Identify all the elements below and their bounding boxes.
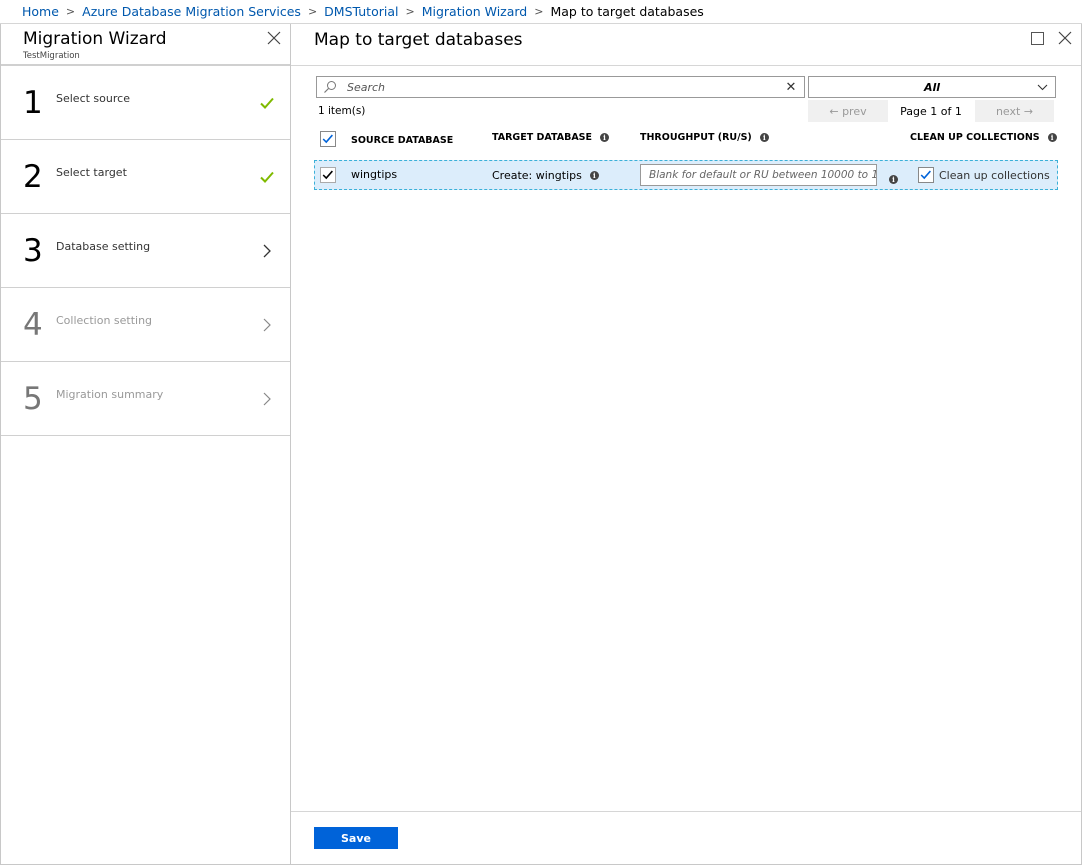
- column-header-cleanup: CLEAN UP COLLECTIONS i: [910, 132, 1057, 143]
- info-icon[interactable]: i: [759, 133, 769, 142]
- throughput-info: i: [889, 171, 898, 185]
- column-header-target: TARGET DATABASE i: [492, 132, 610, 143]
- step-label: Migration summary: [56, 388, 164, 401]
- row-select-checkbox[interactable]: [320, 167, 336, 183]
- panel-title: Map to target databases: [314, 30, 523, 50]
- wizard-subtitle: TestMigration: [23, 51, 80, 61]
- step-label: Select target: [56, 166, 127, 179]
- select-all-checkbox[interactable]: [320, 131, 336, 147]
- column-header-label: TARGET DATABASE: [492, 132, 593, 143]
- search-icon: [324, 81, 336, 93]
- step-label: Database setting: [56, 240, 151, 253]
- column-header-throughput: THROUGHPUT (RU/S) i: [640, 132, 769, 143]
- panel-footer: Save: [291, 811, 1081, 865]
- step-label: Collection setting: [56, 314, 153, 327]
- close-icon[interactable]: [1058, 31, 1072, 45]
- step-number: 5: [23, 381, 43, 417]
- cleanup-collections-checkbox[interactable]: [918, 167, 934, 183]
- wizard-header: Migration Wizard TestMigration: [1, 24, 290, 66]
- step-number: 1: [23, 85, 43, 121]
- table-row[interactable]: wingtips Create: wingtips i i Clean up c…: [314, 160, 1058, 190]
- source-database-name: wingtips: [351, 168, 398, 181]
- map-databases-panel: Map to target databases ✕ All 1 item(s) …: [291, 24, 1082, 865]
- breadcrumb-separator: >: [534, 5, 544, 18]
- info-icon[interactable]: i: [589, 171, 599, 180]
- panel-header: Map to target databases: [291, 24, 1081, 66]
- checkmark-icon: [322, 170, 333, 180]
- chevron-right-icon: [263, 392, 271, 406]
- checkmark-icon: [260, 171, 274, 183]
- wizard-step-database-setting[interactable]: 3 Database setting: [1, 214, 290, 288]
- breadcrumb-migration-wizard[interactable]: Migration Wizard: [422, 4, 528, 19]
- step-number: 4: [23, 307, 43, 343]
- column-header-label: THROUGHPUT (RU/S): [640, 132, 752, 143]
- filter-selected-value: All: [923, 80, 941, 94]
- wizard-panel: Migration Wizard TestMigration 1 Select …: [0, 24, 291, 865]
- checkmark-icon: [920, 170, 931, 180]
- wizard-step-select-source[interactable]: 1 Select source: [1, 66, 290, 140]
- breadcrumb-dmstutorial[interactable]: DMSTutorial: [324, 4, 398, 19]
- item-count: 1 item(s): [318, 105, 366, 117]
- breadcrumb-home[interactable]: Home: [22, 4, 59, 19]
- column-header-label: SOURCE DATABASE: [351, 135, 454, 146]
- search-box: ✕: [316, 76, 805, 98]
- wizard-step-migration-summary[interactable]: 5 Migration summary: [1, 362, 290, 436]
- cleanup-collections-label: Clean up collections: [939, 169, 1050, 182]
- chevron-right-icon: [263, 244, 271, 258]
- breadcrumb: Home > Azure Database Migration Services…: [0, 0, 1082, 24]
- info-icon[interactable]: i: [1047, 133, 1057, 142]
- breadcrumb-separator: >: [405, 5, 415, 18]
- info-icon[interactable]: i: [600, 133, 610, 142]
- column-header-label: CLEAN UP COLLECTIONS: [910, 132, 1040, 143]
- breadcrumb-dms[interactable]: Azure Database Migration Services: [82, 4, 301, 19]
- target-database-name: Create: wingtips: [492, 169, 582, 182]
- save-button[interactable]: Save: [314, 827, 398, 849]
- step-number: 2: [23, 159, 43, 195]
- close-icon[interactable]: [266, 30, 282, 46]
- clear-search-icon[interactable]: ✕: [782, 78, 800, 96]
- wizard-step-collection-setting[interactable]: 4 Collection setting: [1, 288, 290, 362]
- checkmark-icon: [322, 134, 333, 144]
- column-header-source: SOURCE DATABASE: [351, 135, 453, 146]
- checkmark-icon: [260, 97, 274, 109]
- breadcrumb-separator: >: [307, 5, 318, 18]
- target-database: Create: wingtips i: [492, 169, 599, 182]
- filter-dropdown[interactable]: All: [808, 76, 1056, 98]
- chevron-down-icon: [1037, 84, 1048, 91]
- breadcrumb-current: Map to target databases: [550, 4, 704, 19]
- next-page-button[interactable]: next →: [975, 100, 1054, 122]
- wizard-step-select-target[interactable]: 2 Select target: [1, 140, 290, 214]
- chevron-right-icon: [263, 318, 271, 332]
- breadcrumb-separator: >: [65, 5, 76, 18]
- prev-page-button[interactable]: ← prev: [808, 100, 888, 122]
- throughput-input[interactable]: [640, 164, 877, 186]
- wizard-title: Migration Wizard: [23, 29, 167, 49]
- page-indicator: Page 1 of 1: [900, 104, 962, 118]
- maximize-icon[interactable]: [1031, 32, 1044, 45]
- search-input[interactable]: [347, 80, 782, 94]
- info-icon[interactable]: i: [889, 175, 898, 184]
- step-label: Select source: [56, 92, 130, 105]
- step-number: 3: [23, 233, 43, 269]
